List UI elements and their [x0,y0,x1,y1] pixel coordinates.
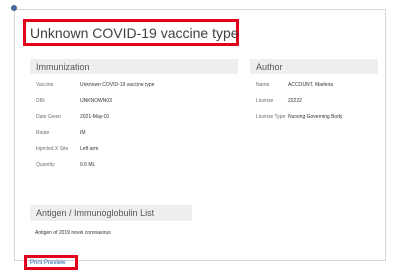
field-label: DIN [36,98,45,104]
antigen-heading: Antigen / Immunoglobulin List [36,208,155,218]
detail-panel [14,9,386,261]
field-value: UNKNOWN03 [80,98,112,104]
print-preview-link[interactable]: Print Preview [30,260,65,266]
antigen-section-header: Antigen / Immunoglobulin List [30,205,192,221]
field-value: 22222 [288,98,302,104]
field-label: Quantity [36,162,55,168]
immunization-section-header: Immunization [30,59,238,74]
field-label: Vaccine [36,82,54,88]
field-label: License Type [256,114,286,120]
field-value: ACCOUNT, Marlena [288,82,334,88]
author-heading: Author [256,61,283,72]
antigen-list-item: Antigen of 2019 novel coronavirus [35,230,111,236]
page-title-box: Unknown COVID-19 vaccine type [23,19,239,46]
print-preview-box: Print Preview [24,255,78,270]
field-label: Name [256,82,270,88]
field-value: 0.5 ML [80,162,96,168]
field-label: License [256,98,274,104]
page-title: Unknown COVID-19 vaccine type [30,24,239,41]
field-label: Date Given [36,114,62,120]
author-section-header: Author [250,59,378,74]
field-value: Nursing Governing Body [288,114,343,120]
immunization-heading: Immunization [36,61,90,72]
field-value: 2021-May-01 [80,114,110,120]
corner-handle-icon [11,5,17,11]
field-value: Left arm [80,146,99,152]
field-value: Unknown COVID-19 vaccine type [80,82,155,88]
field-label: Injected X Site [36,146,69,152]
field-label: Route [36,130,50,136]
field-value: IM [80,130,86,136]
